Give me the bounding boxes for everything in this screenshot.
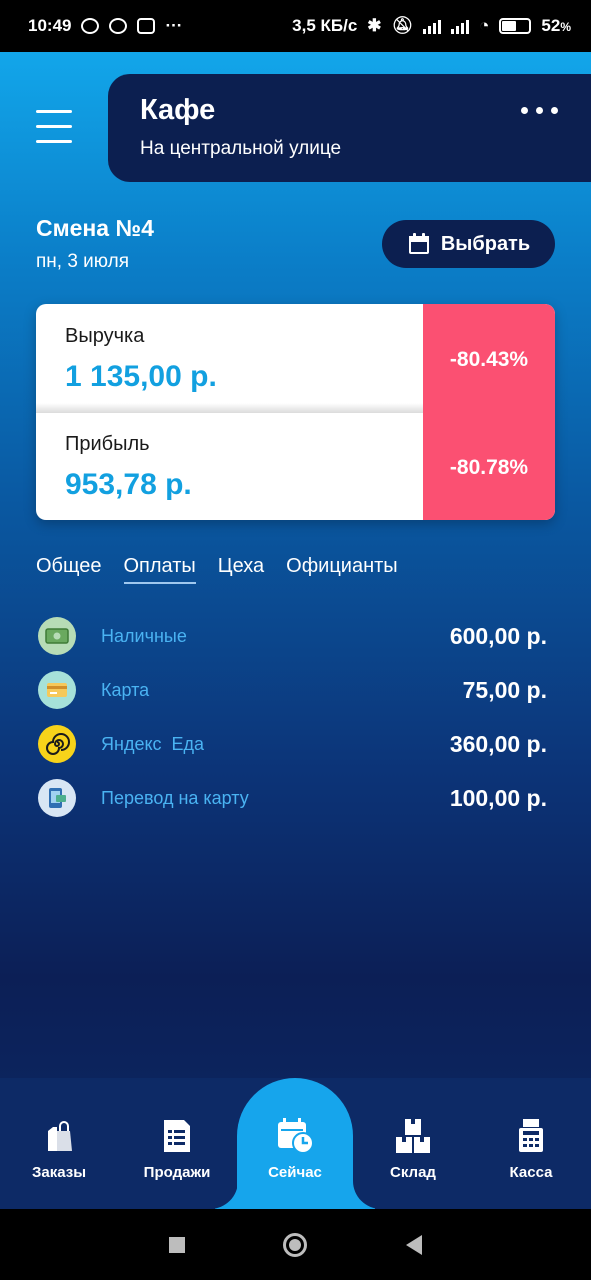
- signal-icon-2: [451, 18, 470, 34]
- profit-change: -80.78%: [449, 456, 529, 479]
- status-time: 10:49: [28, 16, 72, 35]
- music-notification-icon: [109, 18, 128, 34]
- shift-title: Смена №4: [36, 215, 154, 241]
- status-bar: 10:49 ··· 3,5 КБ/с ✱ 🔕︎ ◔ 52%: [0, 0, 591, 52]
- payment-label: Карта: [101, 679, 150, 700]
- stats-card: Выручка 1 135,00 р. Прибыль 953,78 р. -8…: [36, 304, 555, 520]
- payment-label: Яндекс Еда: [101, 733, 205, 754]
- tab-workshops[interactable]: Цеха: [218, 555, 264, 584]
- cash-icon: [38, 617, 76, 655]
- app-screen: Кафе На центральной улице Смена №4 пн, 3…: [0, 52, 591, 1209]
- nav-label: Заказы: [31, 1164, 87, 1181]
- header-card: Кафе На центральной улице: [108, 74, 591, 182]
- profit-label: Прибыль: [65, 433, 150, 455]
- nav-label: Продажи: [143, 1164, 211, 1181]
- calendar-clock-icon: [276, 1116, 314, 1156]
- payments-list: Наличные 600,00 р. Карта 75,00 р. Яндекс…: [38, 609, 550, 825]
- mail-notification-icon: [137, 18, 156, 34]
- payment-value: 600,00 р.: [449, 622, 547, 649]
- tab-waiters[interactable]: Официанты: [286, 555, 398, 584]
- card-icon: [38, 671, 76, 709]
- nav-label: Касса: [509, 1164, 553, 1181]
- revenue-value: 1 135,00 р.: [65, 360, 217, 393]
- cash-register-icon: [516, 1116, 546, 1156]
- chat-notification-icon: [81, 18, 100, 34]
- bottom-navigation: Заказы Продажи Сейчас Склад Касса: [0, 1078, 591, 1209]
- list-item[interactable]: Перевод на карту 100,00 р.: [38, 771, 550, 825]
- yandex-eda-icon: [38, 725, 76, 763]
- nav-orders[interactable]: Заказы: [0, 1078, 118, 1209]
- battery-icon: [499, 18, 532, 34]
- nav-label: Сейчас: [268, 1164, 322, 1181]
- more-notifications-icon: ···: [165, 16, 183, 35]
- nav-warehouse[interactable]: Склад: [354, 1078, 472, 1209]
- wifi-icon: ◔: [479, 16, 490, 35]
- tab-general[interactable]: Общее: [36, 555, 102, 584]
- back-icon[interactable]: [405, 1234, 422, 1255]
- boxes-icon: [394, 1116, 432, 1156]
- mute-icon: 🔕︎: [391, 16, 414, 35]
- payment-value: 75,00 р.: [462, 676, 547, 703]
- list-item[interactable]: Яндекс Еда 360,00 р.: [38, 717, 550, 771]
- bluetooth-icon: ✱: [367, 16, 382, 35]
- nav-sales[interactable]: Продажи: [118, 1078, 236, 1209]
- revenue-row: Выручка 1 135,00 р.: [36, 304, 423, 413]
- tab-payments[interactable]: Оплаты: [123, 555, 196, 584]
- receipt-icon: [162, 1116, 192, 1156]
- dot-icon: [521, 107, 528, 114]
- payment-label: Наличные: [101, 625, 187, 646]
- menu-icon-line: [36, 140, 72, 143]
- menu-button[interactable]: [36, 110, 72, 146]
- dot-icon: [551, 107, 558, 114]
- report-tabs: Общее Оплаты Цеха Официанты: [36, 555, 398, 584]
- change-column: -80.43% -80.78%: [423, 304, 555, 520]
- home-icon[interactable]: [283, 1232, 308, 1257]
- nav-cashbox[interactable]: Касса: [472, 1078, 590, 1209]
- list-item[interactable]: Наличные 600,00 р.: [38, 609, 550, 663]
- nav-now[interactable]: Сейчас: [236, 1078, 354, 1209]
- profit-row: Прибыль 953,78 р.: [36, 412, 423, 520]
- list-item[interactable]: Карта 75,00 р.: [38, 663, 550, 717]
- profit-value: 953,78 р.: [65, 468, 192, 501]
- nav-label: Склад: [390, 1164, 436, 1181]
- more-options-button[interactable]: [521, 107, 558, 114]
- calendar-icon: [408, 233, 429, 254]
- payment-label: Перевод на карту: [101, 787, 249, 808]
- menu-icon-line: [36, 125, 72, 128]
- select-shift-label: Выбрать: [440, 232, 531, 255]
- menu-icon-line: [36, 110, 72, 113]
- network-speed: 3,5 КБ/с: [292, 16, 358, 35]
- payment-value: 360,00 р.: [449, 730, 547, 757]
- signal-icon: [423, 18, 442, 34]
- venue-title: Кафе: [140, 94, 216, 126]
- battery-percent: 52%: [541, 16, 571, 35]
- shift-date: пн, 3 июля: [36, 251, 130, 272]
- dot-icon: [536, 107, 543, 114]
- payment-value: 100,00 р.: [449, 784, 547, 811]
- recent-apps-icon[interactable]: [169, 1236, 186, 1253]
- revenue-label: Выручка: [65, 325, 145, 347]
- venue-subtitle: На центральной улице: [140, 138, 342, 159]
- system-navigation-bar: [0, 1209, 591, 1280]
- transfer-icon: [38, 779, 76, 817]
- select-shift-button[interactable]: Выбрать: [382, 220, 555, 268]
- revenue-change: -80.43%: [449, 348, 529, 371]
- shopping-bag-icon: [44, 1116, 74, 1156]
